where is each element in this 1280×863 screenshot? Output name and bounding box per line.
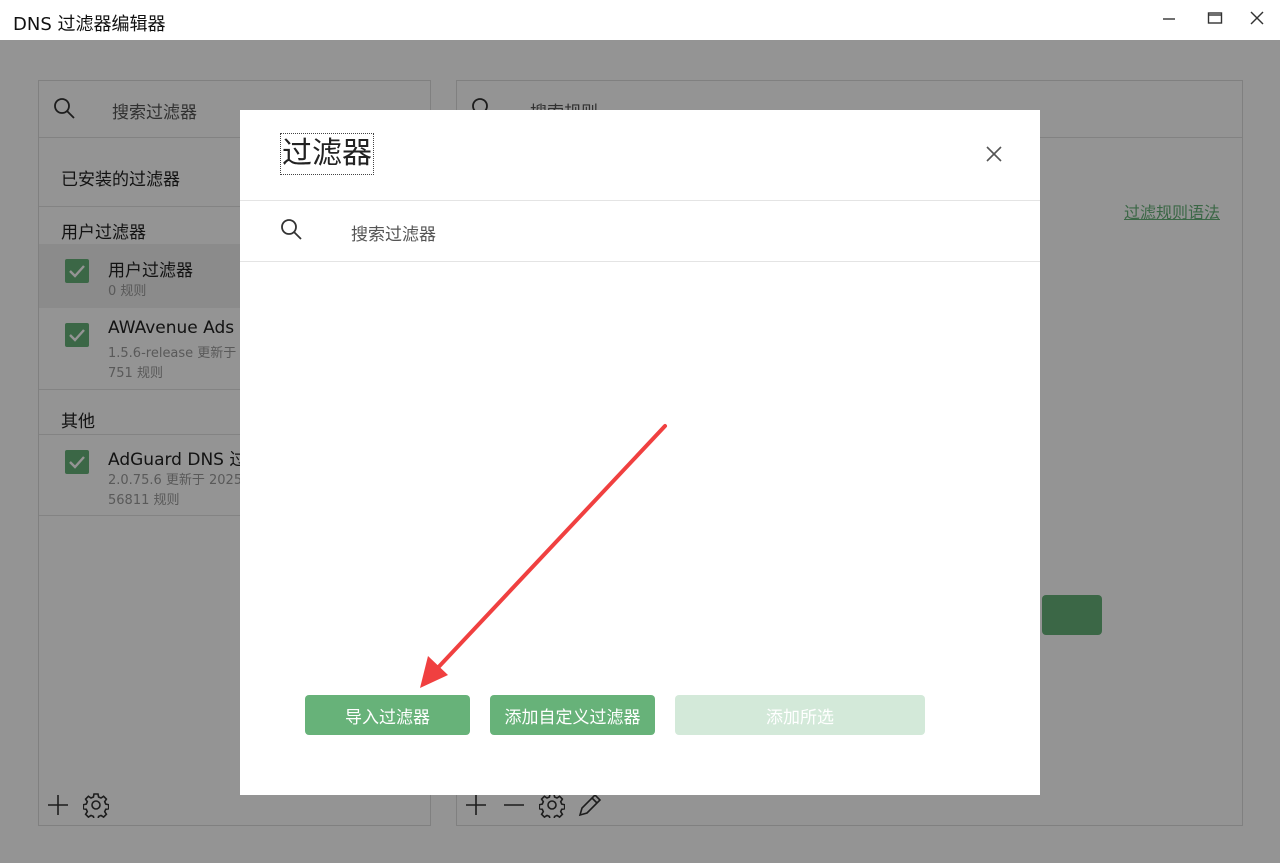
search-icon [281,219,302,240]
maximize-icon [1207,12,1223,24]
close-icon [1250,11,1264,25]
window-title: DNS 过滤器编辑器 [13,14,166,35]
title-bar: DNS 过滤器编辑器 [0,0,1280,40]
dialog-title: 过滤器 [280,133,374,175]
close-window-button[interactable] [1234,0,1280,36]
add-selected-button[interactable]: 添加所选 [675,695,925,735]
dialog-close-button[interactable] [982,142,1006,166]
filters-dialog: 过滤器 搜索过滤器 导入过滤器 添加自定义过滤器 添加所选 [240,110,1040,795]
minimize-button[interactable] [1146,0,1192,36]
close-icon [986,146,1002,162]
divider [240,200,1040,201]
divider [240,261,1040,262]
import-filter-button[interactable]: 导入过滤器 [305,695,470,735]
add-custom-filter-button[interactable]: 添加自定义过滤器 [490,695,655,735]
minimize-icon [1163,18,1175,20]
maximize-button[interactable] [1192,0,1238,36]
dialog-search-input[interactable]: 搜索过滤器 [351,220,436,245]
